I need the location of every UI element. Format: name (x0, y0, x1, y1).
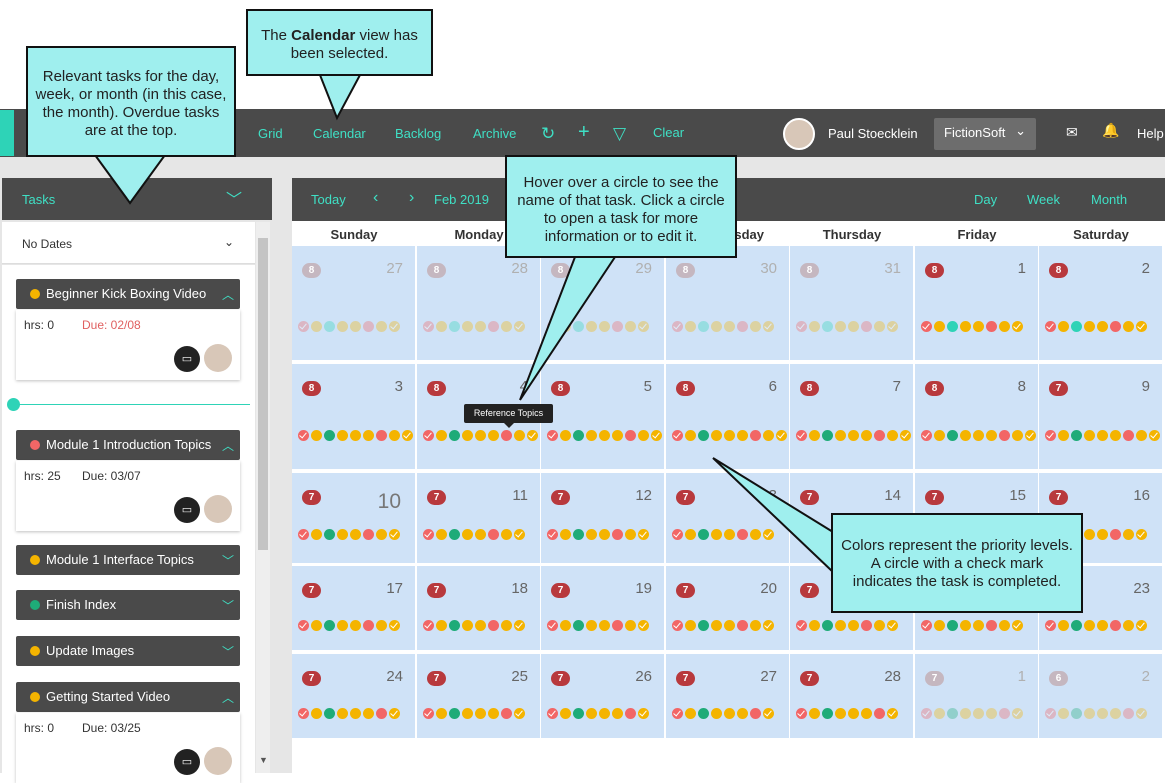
tasks-callout: Relevant tasks for the day, week, or mon… (26, 46, 236, 157)
calendar-callout: The Calendar view has been selected. (246, 9, 433, 76)
colors-callout: Colors represent the priority levels. A … (831, 513, 1083, 613)
hover-callout: Hover over a circle to see the name of t… (505, 155, 737, 258)
